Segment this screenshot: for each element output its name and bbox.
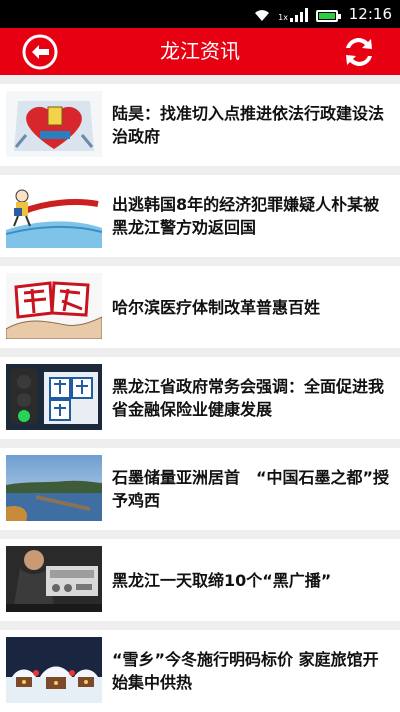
refresh-icon (346, 38, 372, 66)
refresh-button[interactable] (342, 35, 376, 69)
news-thumbnail (6, 91, 102, 157)
clock: 12:16 (348, 5, 392, 23)
signal-icon (290, 8, 308, 22)
news-thumbnail (6, 273, 102, 339)
news-item[interactable]: 陆昊：找准切入点推进依法行政建设法治政府 (0, 84, 400, 166)
wifi-icon (255, 10, 270, 21)
news-item[interactable]: 出逃韩国8年的经济犯罪嫌疑人朴某被黑龙江警方劝返回国 (0, 175, 400, 257)
news-item[interactable]: 黑龙江一天取缔10个“黑广播” (0, 539, 400, 621)
news-item[interactable]: 石墨储量亚洲居首 “中国石墨之都”授予鸡西 (0, 448, 400, 530)
status-icons: 1x (254, 6, 341, 22)
news-title: 黑龙江省政府常务会强调：全面促进我省金融保险业健康发展 (112, 377, 385, 419)
news-list: 陆昊：找准切入点推进依法行政建设法治政府 出逃韩国8年的经济犯罪嫌疑人朴某被黑龙… (0, 75, 400, 712)
back-arrow-icon (22, 34, 58, 70)
news-title: 石墨储量亚洲居首 “中国石墨之都”授予鸡西 (112, 468, 390, 510)
back-button[interactable] (22, 34, 58, 70)
news-title: 出逃韩国8年的经济犯罪嫌疑人朴某被黑龙江警方劝返回国 (112, 195, 380, 237)
title-bar: 龙江资讯 (0, 28, 400, 75)
news-thumbnail (6, 455, 102, 521)
news-thumbnail (6, 637, 102, 703)
battery-icon (316, 10, 341, 22)
news-thumbnail (6, 546, 102, 612)
news-item[interactable]: 黑龙江省政府常务会强调：全面促进我省金融保险业健康发展 (0, 357, 400, 439)
news-item[interactable]: “雪乡”今冬施行明码标价 家庭旅馆开始集中供热 (0, 630, 400, 712)
news-title: 黑龙江一天取缔10个“黑广播” (112, 570, 332, 590)
page-title: 龙江资讯 (160, 39, 240, 63)
news-title: 哈尔滨医疗体制改革普惠百姓 (112, 297, 321, 317)
news-title: “雪乡”今冬施行明码标价 家庭旅馆开始集中供热 (112, 650, 379, 692)
news-thumbnail (6, 364, 102, 430)
status-bar: 1x 12:16 (0, 0, 400, 28)
news-title: 陆昊：找准切入点推进依法行政建设法治政府 (112, 104, 385, 146)
news-thumbnail (6, 182, 102, 248)
network-type-label: 1x (278, 13, 288, 22)
news-item[interactable]: 哈尔滨医疗体制改革普惠百姓 (0, 266, 400, 348)
